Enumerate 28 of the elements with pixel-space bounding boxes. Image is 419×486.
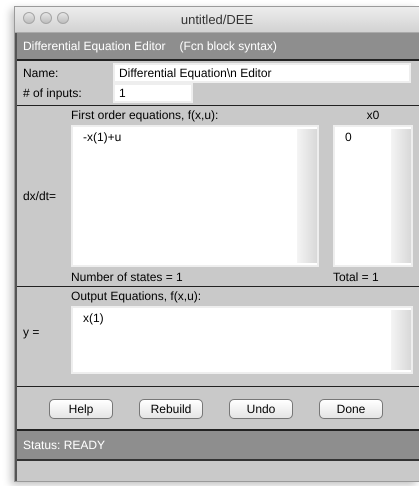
states-total: Total = 1 — [333, 270, 380, 284]
equations-field[interactable]: -x(1)+u — [71, 125, 319, 267]
states-count: Number of states = 1 — [71, 270, 184, 284]
row-label: dx/dt= — [23, 189, 58, 203]
name-field[interactable]: Differential Equation\n Editor — [115, 65, 409, 81]
action-button[interactable]: Help — [49, 399, 113, 419]
action-button[interactable]: Undo — [229, 399, 293, 419]
window-control-icon[interactable] — [57, 12, 69, 24]
action-button[interactable]: Done — [319, 399, 383, 419]
window-title: untitled/DEE — [180, 12, 254, 27]
inputs-field[interactable]: 1 — [115, 85, 191, 101]
window-control-icon[interactable] — [23, 12, 35, 24]
action-button[interactable]: Rebuild — [139, 399, 203, 419]
header-subtitle: (Fcn block syntax) — [180, 39, 277, 53]
column-label: Output Equations, f(x,u): — [71, 289, 202, 303]
output-equations-field[interactable]: x(1) — [71, 306, 413, 374]
header-title: Differential Equation Editor — [23, 39, 166, 53]
column-label: First order equations, f(x,u): — [71, 108, 220, 122]
window-control-icon[interactable] — [40, 12, 52, 24]
row-label: y = — [23, 324, 40, 338]
scroll-track[interactable] — [391, 129, 411, 263]
inputs-label: # of inputs: — [23, 86, 83, 100]
initial-state-field[interactable]: 0 — [333, 125, 413, 267]
status-text: Status: READY — [23, 438, 106, 452]
scroll-track[interactable] — [391, 310, 411, 370]
scroll-track[interactable] — [297, 129, 317, 263]
column-label: x0 — [366, 108, 380, 122]
name-label: Name: — [23, 66, 60, 80]
